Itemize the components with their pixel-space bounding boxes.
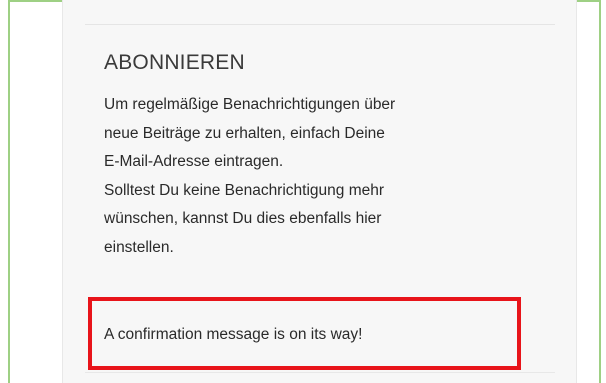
widget-top-divider [85, 24, 555, 25]
widget-bottom-divider [85, 372, 555, 373]
widget-description: Um regelmäßige Benachrichtigungen über n… [104, 91, 544, 263]
widget-title: ABONNIEREN [104, 51, 245, 74]
description-line: E-Mail-Adresse eintragen. [104, 153, 284, 171]
subscribe-widget: ABONNIEREN Um regelmäßige Benachrichtigu… [104, 50, 544, 263]
description-line: wünschen, kannst Du dies ebenfalls hier [104, 210, 382, 228]
confirmation-message: A confirmation message is on its way! [104, 326, 363, 343]
description-line: neue Beiträge zu erhalten, einfach Deine [104, 124, 385, 142]
description-line: Solltest Du keine Benachrichtigung mehr [104, 181, 385, 199]
description-line: Um regelmäßige Benachrichtigungen über [104, 96, 396, 113]
description-line: einstellen. [104, 238, 174, 256]
